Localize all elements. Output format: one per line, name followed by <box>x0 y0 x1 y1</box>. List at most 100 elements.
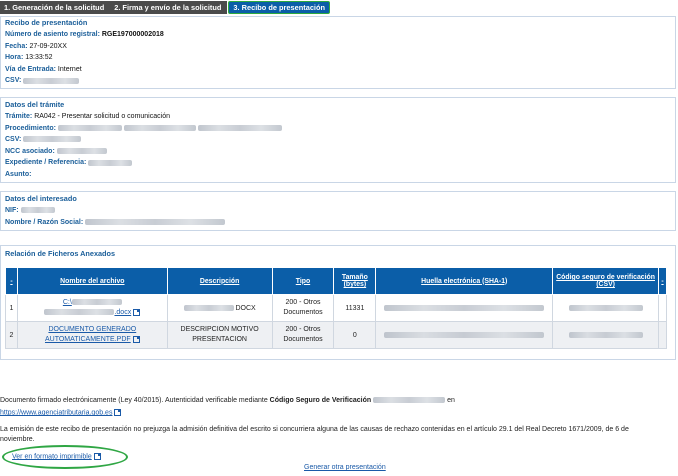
file-link[interactable]: C:\ .docx <box>16 294 168 322</box>
firmado-line: Documento firmado electrónicamente (Ley … <box>0 397 455 404</box>
redacted-description <box>183 304 234 311</box>
agencia-link[interactable]: https://www.agenciatributaria.gob.es <box>0 409 112 416</box>
expediente-label: Expediente / Referencia: <box>5 159 87 167</box>
step-generacion: 1. Generación de la solicitud <box>0 0 111 14</box>
step-recibo: 3. Recibo de presentación <box>228 0 331 14</box>
tramite-label: Trámite: <box>5 113 33 120</box>
via-label: Vía de Entrada: <box>5 65 56 73</box>
fecha-label: Fecha: <box>5 42 28 50</box>
via-row: Vía de Entrada: Internet <box>5 64 671 76</box>
redacted-huella <box>384 331 545 338</box>
table-header-row: - Nombre del archivo Descripción Tipo Ta… <box>5 267 668 295</box>
ver-imprimible-row: Ver en formato imprimible <box>12 453 101 460</box>
col-tamano[interactable]: Tamaño (bytes) <box>333 267 377 295</box>
file-link[interactable]: DOCUMENTO GENERADO AUTOMATICAMENTE.PDF <box>16 321 168 349</box>
redacted-nif <box>20 207 55 214</box>
table-row: 2 DOCUMENTO GENERADO AUTOMATICAMENTE.PDF… <box>5 321 668 349</box>
fecha-row: Fecha: 27-09-20XX <box>5 41 671 53</box>
tramite-value: RA042 - Presentar solicitud o comunicaci… <box>34 113 170 120</box>
procedimiento-row: Procedimiento: <box>5 123 671 135</box>
file-size: 11331 <box>333 294 377 322</box>
redacted-file-csv <box>568 304 643 311</box>
recibo-panel: Recibo de presentación Número de asiento… <box>0 16 676 89</box>
step-firma: 2. Firma y envío de la solicitud <box>110 0 228 14</box>
table-row: 1 C:\ .docx DOCX 200 - Otros Documentos … <box>5 294 668 322</box>
recibo-title: Recibo de presentación <box>5 18 88 27</box>
expediente-row: Expediente / Referencia: <box>5 157 671 169</box>
nombre-row: Nombre / Razón Social: <box>5 217 671 229</box>
asiento-value: RGE197000002018 <box>101 31 164 38</box>
file-tipo: 200 - Otros Documentos <box>271 321 335 349</box>
ficheros-title: Relación de Ficheros Anexados <box>5 249 116 258</box>
ncc-row: NCC asociado: <box>5 146 671 158</box>
url-line: https://www.agenciatributaria.gob.es <box>0 409 122 416</box>
asunto-row: Asunto: <box>5 169 671 181</box>
interesado-title: Datos del interesado <box>5 194 77 203</box>
file-tipo: 200 - Otros Documentos <box>271 294 335 322</box>
interesado-panel: Datos del interesado NIF: Nombre / Razón… <box>0 191 676 231</box>
external-link-icon[interactable] <box>114 409 122 416</box>
redacted-filename-1 <box>71 299 122 306</box>
redacted-csv <box>23 77 80 84</box>
via-value: Internet <box>57 65 82 73</box>
csv-text: Código Seguro de Verificación <box>269 397 372 404</box>
external-link-icon[interactable] <box>133 308 141 316</box>
redacted-procedimiento-1 <box>57 124 122 131</box>
redacted-expediente <box>88 159 133 166</box>
redacted-tramite-csv <box>23 136 82 143</box>
tramite-row: Trámite: RA042 - Presentar solicitud o c… <box>5 111 671 123</box>
col-nombre[interactable]: Nombre del archivo <box>16 267 168 295</box>
asunto-label: Asunto: <box>5 170 32 178</box>
generar-otra-link[interactable]: Generar otra presentación <box>304 464 386 471</box>
fecha-value: 27-09-20XX <box>29 42 67 50</box>
file-description: DOCX <box>166 294 273 322</box>
col-tipo[interactable]: Tipo <box>271 267 335 295</box>
nif-label: NIF: <box>5 207 19 214</box>
ver-imprimible-link[interactable]: Ver en formato imprimible <box>12 453 92 460</box>
col-descripcion[interactable]: Descripción <box>166 267 273 295</box>
ncc-label: NCC asociado: <box>5 147 55 155</box>
col-dash-right: - <box>657 267 668 295</box>
asiento-label: Número de asiento registral: <box>5 31 100 38</box>
row-number: 2 <box>5 321 18 349</box>
col-dash-left: - <box>5 267 18 295</box>
nif-row: NIF: <box>5 205 671 217</box>
redacted-filename-2 <box>44 309 115 316</box>
file-size: 0 <box>333 321 377 349</box>
redacted-nombre <box>85 218 226 225</box>
file-csv <box>552 321 659 349</box>
redacted-footer-csv <box>373 397 446 404</box>
redacted-file-csv <box>568 331 643 338</box>
row-number: 1 <box>5 294 18 322</box>
tramite-panel: Datos del trámite Trámite: RA042 - Prese… <box>0 97 676 183</box>
hora-value: 13:33:52 <box>25 54 53 62</box>
redacted-ncc <box>56 147 107 154</box>
csv-row: CSV: <box>5 75 671 87</box>
external-link-icon[interactable] <box>132 335 140 343</box>
file-csv <box>552 294 659 322</box>
file-description: DESCRIPCION MOTIVO PRESENTACION <box>166 321 273 349</box>
col-huella[interactable]: Huella electrónica (SHA-1) <box>375 267 554 295</box>
redacted-procedimiento-3 <box>197 124 282 131</box>
disclaimer-line-2: noviembre. <box>0 436 35 443</box>
nombre-label: Nombre / Razón Social: <box>5 218 84 226</box>
redacted-procedimiento-2 <box>123 124 196 131</box>
file-huella <box>375 294 554 322</box>
redacted-huella <box>384 304 545 311</box>
tramite-csv-label: CSV: <box>5 136 22 144</box>
tramite-csv-row: CSV: <box>5 134 671 146</box>
disclaimer-line-1: La emisión de este recibo de presentació… <box>0 426 629 433</box>
col-csv[interactable]: Código seguro de verificación (CSV) <box>552 267 659 295</box>
procedimiento-label: Procedimiento: <box>5 124 56 132</box>
file-huella <box>375 321 554 349</box>
csv-label: CSV: <box>5 77 22 85</box>
en-text: en <box>447 397 455 404</box>
generar-otra-row: Generar otra presentación <box>304 464 386 471</box>
asiento-row: Número de asiento registral: RGE19700000… <box>5 29 671 41</box>
hora-label: Hora: <box>5 54 24 62</box>
external-link-icon[interactable] <box>93 453 101 460</box>
tramite-title: Datos del trámite <box>5 100 65 109</box>
hora-row: Hora: 13:33:52 <box>5 52 671 64</box>
step-bar: 1. Generación de la solicitud 2. Firma y… <box>0 0 331 14</box>
firmado-text: Documento firmado electrónicamente (Ley … <box>0 397 270 404</box>
